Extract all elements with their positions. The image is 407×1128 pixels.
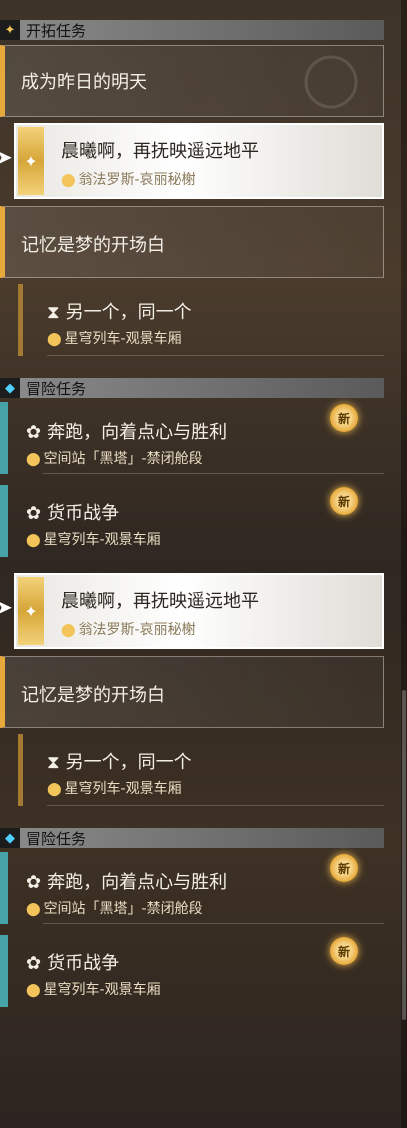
category-trailblaze: ✦ 开拓任务 [0, 20, 384, 40]
mission-title: ⧗ 另一个，同一个 [47, 302, 192, 323]
location-pin-icon: ⬤ [26, 452, 41, 467]
mission-location: ⬤ 空间站「黑塔」-禁闭舱段 [26, 451, 203, 467]
location-pin-icon: ⬤ [61, 173, 76, 188]
location-pin-icon: ⬤ [26, 902, 41, 917]
divider [47, 355, 384, 356]
new-badge-icon: 新 [330, 404, 358, 432]
current-mission-copy[interactable]: ✦ 晨曦啊，再抚映遥远地平 ⬤ 翁法罗斯-哀丽秘榭 [14, 573, 384, 649]
scrollbar[interactable] [401, 0, 407, 1128]
location-pin-icon: ⬤ [47, 782, 62, 797]
mission-location: ⬤ 星穹列车-观景车厢 [47, 331, 182, 347]
hourglass-icon: ⧗ [47, 752, 60, 773]
selected-arrow-icon: ➤ [0, 145, 13, 169]
current-mission[interactable]: ✦ 晨曦啊，再抚映遥远地平 ⬤ 翁法罗斯-哀丽秘榭 [14, 123, 384, 199]
mission-location: ⬤ 空间站「黑塔」-禁闭舱段 [26, 901, 203, 917]
location-pin-icon: ⬤ [26, 533, 41, 548]
scroll-thumb[interactable] [402, 690, 406, 1020]
new-badge-icon: 新 [330, 937, 358, 965]
mission-title: 记忆是梦的开场白 [21, 685, 165, 706]
currency-mission[interactable]: ✿ 货币战争 ⬤ 星穹列车-观景车厢 新 [0, 485, 384, 557]
diamond-star-icon: ✦ [0, 20, 20, 40]
memory-mission-copy[interactable]: 记忆是梦的开场白 [0, 656, 384, 728]
category-adventure-copy: ◆ 冒险任务 [0, 828, 384, 848]
mission-title: ✿ 奔跑，向着点心与胜利 [26, 422, 228, 443]
memory-mission[interactable]: 记忆是梦的开场白 [0, 206, 384, 278]
run-mission-copy[interactable]: ✿ 奔跑，向着点心与胜利 ⬤ 空间站「黑塔」-禁闭舱段 新 [0, 852, 384, 924]
currency-mission-copy[interactable]: ✿ 货币战争 ⬤ 星穹列车-观景车厢 新 [0, 935, 384, 1007]
chapter-mission[interactable]: 成为昨日的明天 [0, 45, 384, 117]
divider [43, 923, 384, 924]
chapter-title: 成为昨日的明天 [21, 72, 147, 93]
new-badge-icon: 新 [330, 854, 358, 882]
hand-icon: ✿ [26, 953, 42, 974]
new-badge-icon: 新 [330, 487, 358, 515]
selected-badge-icon: ✦ [18, 127, 44, 195]
divider [43, 473, 384, 474]
hourglass-icon: ⧗ [47, 302, 60, 323]
mission-title: ⧗ 另一个，同一个 [47, 752, 192, 773]
category-label: 冒险任务 [26, 829, 87, 848]
mission-title: 记忆是梦的开场白 [21, 235, 165, 256]
mission-location: ⬤ 星穹列车-观景车厢 [26, 532, 161, 548]
location-pin-icon: ⬤ [47, 332, 62, 347]
selected-badge-icon: ✦ [18, 577, 44, 645]
category-label: 开拓任务 [26, 21, 87, 40]
hand-icon: ✿ [26, 503, 42, 524]
diamond-icon: ◆ [0, 828, 20, 848]
divider [47, 805, 384, 806]
hand-icon: ✿ [26, 422, 42, 443]
another-mission-copy[interactable]: ⧗ 另一个，同一个 ⬤ 星穹列车-观景车厢 [18, 734, 384, 806]
diamond-icon: ◆ [0, 378, 20, 398]
mission-title: 晨曦啊，再抚映遥远地平 [61, 141, 259, 162]
mission-title: 晨曦啊，再抚映遥远地平 [61, 591, 259, 612]
category-label: 冒险任务 [26, 379, 87, 398]
run-mission[interactable]: ✿ 奔跑，向着点心与胜利 ⬤ 空间站「黑塔」-禁闭舱段 新 [0, 402, 384, 474]
mission-location: ⬤ 星穹列车-观景车厢 [26, 982, 161, 998]
mission-title: ✿ 货币战争 [26, 953, 120, 974]
mission-location: ⬤ 星穹列车-观景车厢 [47, 781, 182, 797]
selected-arrow-icon: ➤ [0, 595, 13, 619]
location-pin-icon: ⬤ [26, 983, 41, 998]
hand-icon: ✿ [26, 872, 42, 893]
mission-title: ✿ 货币战争 [26, 503, 120, 524]
location-pin-icon: ⬤ [61, 623, 76, 638]
emblem-icon [304, 55, 358, 109]
another-mission[interactable]: ⧗ 另一个，同一个 ⬤ 星穹列车-观景车厢 [18, 284, 384, 356]
mission-title: ✿ 奔跑，向着点心与胜利 [26, 872, 228, 893]
mission-location: ⬤ 翁法罗斯-哀丽秘榭 [61, 622, 196, 638]
mission-location: ⬤ 翁法罗斯-哀丽秘榭 [61, 172, 196, 188]
category-adventure: ◆ 冒险任务 [0, 378, 384, 398]
